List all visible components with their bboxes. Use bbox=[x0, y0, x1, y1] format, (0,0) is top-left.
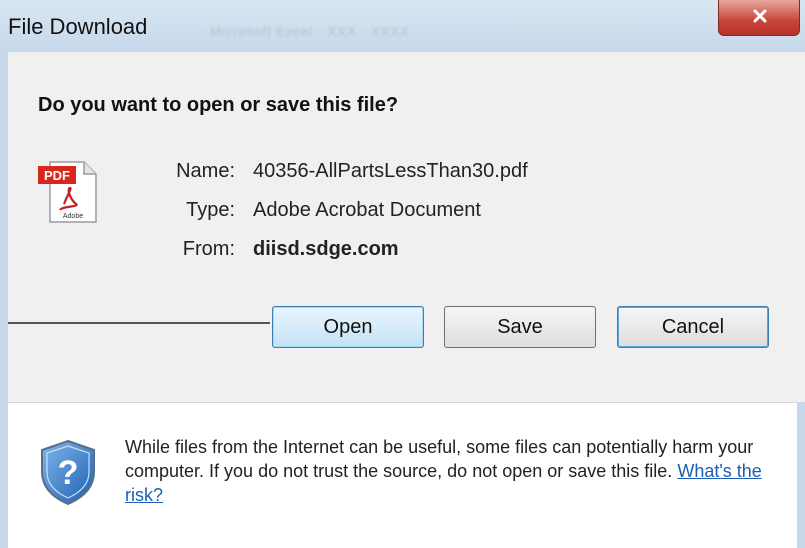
close-icon bbox=[753, 9, 767, 23]
title-bar: File Download - Microsoft Excel - XXX - … bbox=[0, 0, 805, 52]
file-from-label: From: bbox=[182, 238, 235, 260]
file-type-label: Type: bbox=[186, 199, 235, 221]
svg-text:?: ? bbox=[58, 454, 79, 492]
shield-question-icon: ? bbox=[41, 439, 95, 506]
file-name-value: 40356-AllPartsLessThan30.pdf bbox=[253, 160, 528, 182]
background-window-title: - Microsoft Excel - XXX - XXXX bbox=[200, 24, 410, 39]
file-type-value: Adobe Acrobat Document bbox=[253, 199, 481, 221]
cancel-button[interactable]: Cancel bbox=[617, 306, 769, 348]
close-button[interactable] bbox=[718, 0, 800, 36]
file-from-value: diisd.sdge.com bbox=[253, 238, 399, 260]
window-frame-left bbox=[0, 52, 8, 548]
file-name-label: Name: bbox=[176, 160, 235, 182]
svg-text:PDF: PDF bbox=[44, 168, 70, 183]
open-button[interactable]: Open bbox=[272, 306, 424, 348]
security-warning-text: While files from the Internet can be use… bbox=[125, 437, 754, 481]
security-warning: While files from the Internet can be use… bbox=[125, 435, 785, 507]
separator-line bbox=[8, 322, 270, 324]
svg-text:Adobe: Adobe bbox=[63, 213, 83, 220]
pdf-icon: PDF Adobe bbox=[38, 161, 97, 223]
window-title: File Download bbox=[8, 14, 148, 39]
dialog-question: Do you want to open or save this file? bbox=[38, 94, 399, 116]
save-button[interactable]: Save bbox=[444, 306, 596, 348]
